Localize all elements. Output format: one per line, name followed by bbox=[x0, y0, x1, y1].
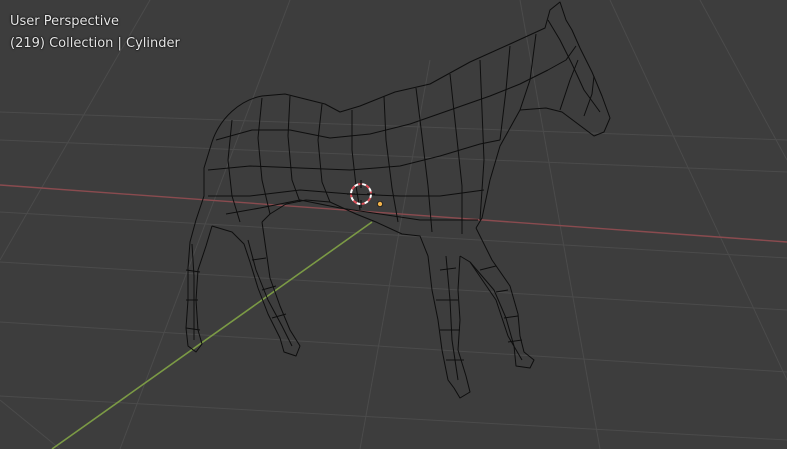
object-info-label: (219) Collection | Cylinder bbox=[10, 36, 180, 51]
view-name-label: User Perspective bbox=[10, 14, 120, 29]
x-axis-line bbox=[0, 184, 787, 243]
floor-grid bbox=[0, 0, 787, 449]
y-axis-line bbox=[51, 221, 373, 449]
scene-canvas[interactable] bbox=[0, 0, 787, 449]
horse-wireframe-mesh[interactable] bbox=[185, 1, 611, 399]
3d-viewport[interactable]: User Perspective (219) Collection | Cyli… bbox=[0, 0, 787, 449]
origin-dot-icon bbox=[376, 200, 383, 207]
